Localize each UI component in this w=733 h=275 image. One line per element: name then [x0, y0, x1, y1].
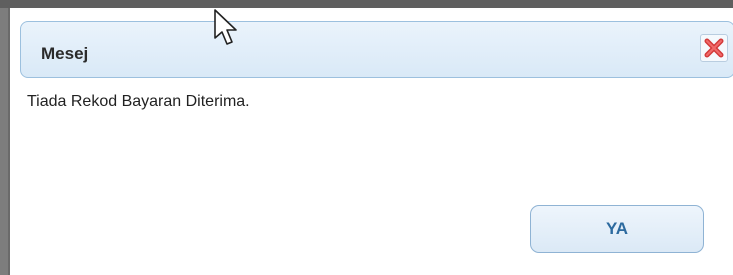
dialog-title: Mesej	[41, 44, 89, 63]
close-icon	[704, 38, 724, 58]
close-button[interactable]	[700, 34, 728, 62]
backdrop	[0, 0, 733, 8]
ok-button[interactable]: YA	[530, 205, 704, 253]
mouse-cursor-icon	[214, 9, 237, 45]
dialog-message: Tiada Rekod Bayaran Diterima.	[27, 93, 250, 110]
dialog-header: Mesej	[20, 21, 733, 78]
message-dialog: Mesej Tiada Rekod Bayaran Diterima. YA	[8, 8, 733, 275]
